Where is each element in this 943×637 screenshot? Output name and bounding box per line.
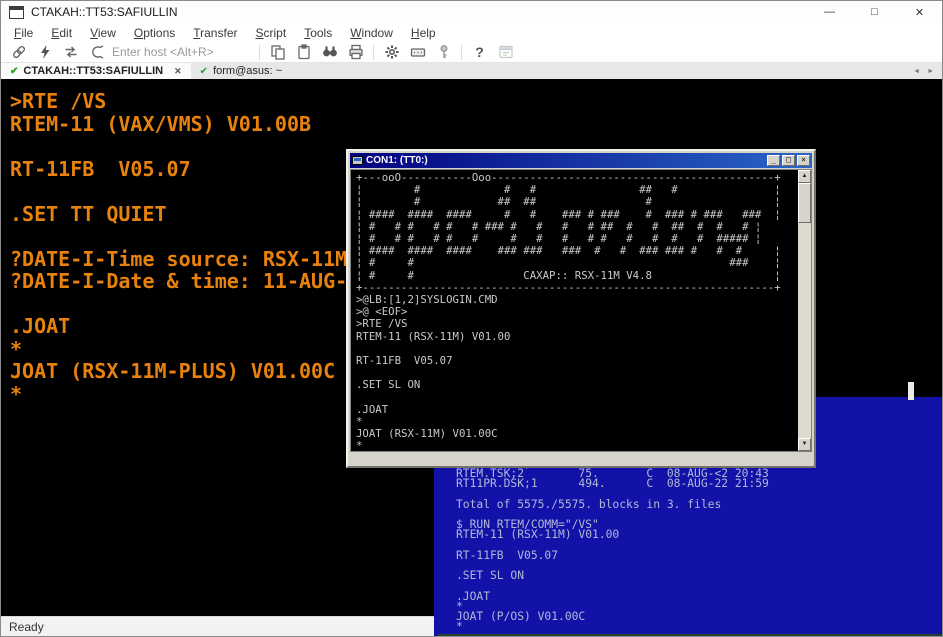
- app-icon: [9, 6, 24, 19]
- options-icon[interactable]: [381, 43, 402, 61]
- find-icon[interactable]: [319, 43, 340, 61]
- con1-minimize-button[interactable]: _: [767, 155, 780, 166]
- menu-file[interactable]: File: [5, 25, 42, 41]
- scroll-up-icon[interactable]: ▲: [798, 170, 811, 183]
- reconnect-icon[interactable]: [60, 43, 81, 61]
- help-icon[interactable]: ?: [469, 43, 490, 61]
- quick-connect-icon[interactable]: [34, 43, 55, 61]
- connected-check-icon: ✔: [200, 66, 208, 77]
- menu-window[interactable]: Window: [341, 25, 402, 41]
- key-icon[interactable]: [433, 43, 454, 61]
- tabbar: ✔ CTAKAH::TT53:SAFIULLIN ✕ ✔ form@asus: …: [1, 63, 942, 79]
- menu-transfer[interactable]: Transfer: [184, 25, 246, 41]
- close-button[interactable]: ✕: [897, 1, 942, 23]
- toolbar: ?: [1, 42, 942, 63]
- tab-label: form@asus: ~: [213, 65, 282, 77]
- tab-ctakah[interactable]: ✔ CTAKAH::TT53:SAFIULLIN ✕: [1, 63, 191, 79]
- scroll-down-icon[interactable]: ▼: [798, 438, 811, 451]
- minimize-button[interactable]: —: [807, 1, 852, 23]
- con1-title: CON1: (TT0:): [366, 155, 428, 166]
- tab-scroll-left-icon[interactable]: ◄: [913, 68, 920, 75]
- menubar: File Edit View Options Transfer Script T…: [1, 23, 942, 42]
- con1-maximize-button[interactable]: □: [782, 155, 795, 166]
- keymap-icon[interactable]: [407, 43, 428, 61]
- menu-tools[interactable]: Tools: [295, 25, 341, 41]
- toolbar-separator: [461, 45, 462, 60]
- disconnect-icon[interactable]: [86, 43, 107, 61]
- con1-window[interactable]: CON1: (TT0:) _ □ × +---ooO-----------Ooo…: [346, 149, 816, 468]
- menu-help[interactable]: Help: [402, 25, 445, 41]
- session-manager-icon[interactable]: [495, 43, 516, 61]
- tab-label: CTAKAH::TT53:SAFIULLIN: [23, 65, 163, 77]
- con1-scrollbar[interactable]: ▲ ▼: [798, 170, 811, 451]
- toolbar-separator: [373, 45, 374, 60]
- scrollbar-thumb[interactable]: [798, 183, 811, 223]
- print-icon[interactable]: [345, 43, 366, 61]
- con1-terminal-text: +---ooO-----------Ooo-------------------…: [351, 170, 798, 451]
- securecrt-window: CTAKAH::TT53:SAFIULLIN — □ ✕ File Edit V…: [0, 0, 943, 637]
- connect-icon[interactable]: [8, 43, 29, 61]
- window-titlebar: CTAKAH::TT53:SAFIULLIN — □ ✕: [1, 1, 942, 23]
- con1-close-button[interactable]: ×: [797, 155, 810, 166]
- con1-titlebar[interactable]: CON1: (TT0:) _ □ ×: [350, 153, 812, 168]
- maximize-button[interactable]: □: [852, 1, 897, 23]
- paste-icon[interactable]: [293, 43, 314, 61]
- menu-edit[interactable]: Edit: [42, 25, 81, 41]
- host-input[interactable]: [112, 45, 252, 59]
- tab-form-asus[interactable]: ✔ form@asus: ~: [191, 63, 291, 79]
- menu-view[interactable]: View: [81, 25, 125, 41]
- toolbar-separator: [259, 45, 260, 60]
- menu-script[interactable]: Script: [247, 25, 296, 41]
- tab-scroll-right-icon[interactable]: ►: [927, 68, 934, 75]
- terminal-icon: [352, 156, 363, 165]
- status-text: Ready: [9, 620, 44, 634]
- connected-check-icon: ✔: [10, 66, 18, 77]
- menu-options[interactable]: Options: [125, 25, 184, 41]
- window-title: CTAKAH::TT53:SAFIULLIN: [31, 5, 177, 19]
- copy-icon[interactable]: [267, 43, 288, 61]
- tab-close-icon[interactable]: ✕: [174, 66, 182, 77]
- con1-terminal[interactable]: +---ooO-----------Ooo-------------------…: [350, 169, 812, 452]
- scrollbar-fragment: [908, 382, 914, 400]
